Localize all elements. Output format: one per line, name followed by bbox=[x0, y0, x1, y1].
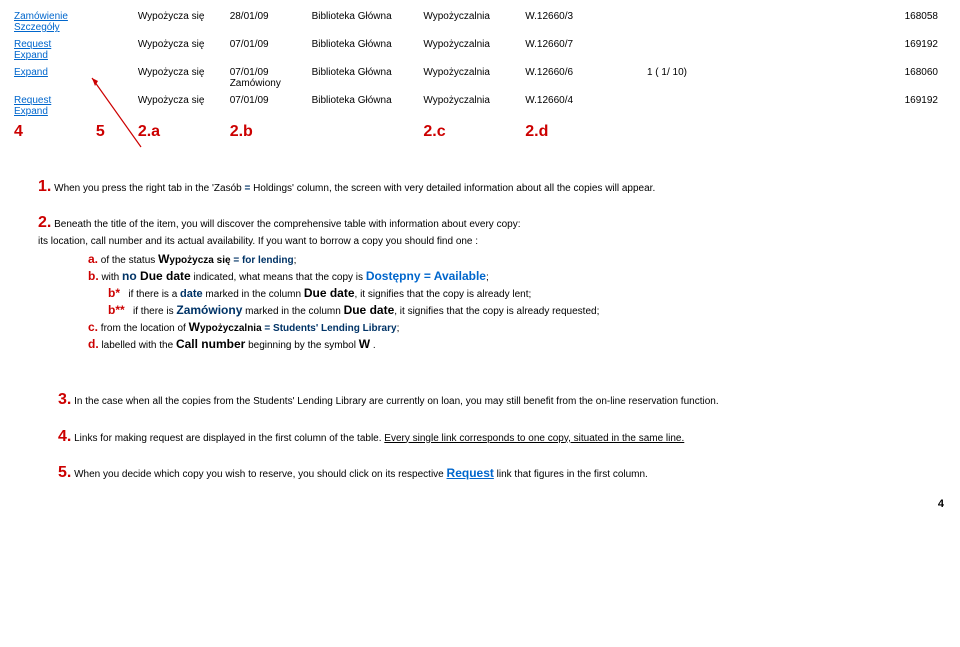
label-2c: 2.c bbox=[417, 120, 519, 144]
id-cell: 169192 bbox=[882, 36, 944, 64]
library-cell: Wypożyczalnia bbox=[417, 36, 519, 64]
expand-link[interactable]: Expand bbox=[14, 106, 48, 117]
order-link[interactable]: Zamówienie bbox=[14, 11, 68, 22]
due-cell: 07/01/09 bbox=[224, 36, 306, 64]
details-link[interactable]: Szczegóły bbox=[14, 22, 60, 33]
call-cell: W.12660/3 bbox=[519, 8, 641, 36]
table-row: Expand Wypożycza się 07/01/09 Zamówiony … bbox=[8, 64, 944, 92]
location-cell: Biblioteka Główna bbox=[306, 64, 418, 92]
id-cell: 168058 bbox=[882, 8, 944, 36]
library-cell: Wypożyczalnia bbox=[417, 8, 519, 36]
call-cell: W.12660/4 bbox=[519, 92, 641, 120]
label-2b: 2.b bbox=[224, 120, 306, 144]
label-5: 5 bbox=[96, 123, 105, 140]
copies-table: Zamówienie Szczegóły Wypożycza się 28/01… bbox=[8, 8, 944, 144]
location-cell: Biblioteka Główna bbox=[306, 92, 418, 120]
location-cell: Biblioteka Główna bbox=[306, 36, 418, 64]
note-2: 2. Beneath the title of the item, you wi… bbox=[38, 212, 944, 353]
column-labels-row: 4 5 2.a 2.b 2.c 2.d bbox=[8, 120, 944, 144]
label-2d: 2.d bbox=[519, 120, 641, 144]
status-cell: Wypożycza się bbox=[132, 8, 224, 36]
expand-link[interactable]: Expand bbox=[14, 50, 48, 61]
location-cell: Biblioteka Główna bbox=[306, 8, 418, 36]
request-ref: Request bbox=[447, 466, 494, 480]
note-5: 5. When you decide which copy you wish t… bbox=[58, 462, 944, 484]
status-cell: Wypożycza się bbox=[132, 36, 224, 64]
label-4: 4 bbox=[8, 120, 90, 144]
note-3: 3. In the case when all the copies from … bbox=[58, 389, 944, 411]
status-cell: Wypożycza się bbox=[132, 92, 224, 120]
note-4: 4. Links for making request are displaye… bbox=[58, 426, 944, 448]
due-cell: 28/01/09 bbox=[224, 8, 306, 36]
table-row: Request Expand Wypożycza się 07/01/09 Bi… bbox=[8, 36, 944, 64]
extra-cell bbox=[641, 92, 882, 120]
table-row: Zamówienie Szczegóły Wypożycza się 28/01… bbox=[8, 8, 944, 36]
label-2a: 2.a bbox=[132, 120, 224, 144]
request-link[interactable]: Request bbox=[14, 95, 51, 106]
page-number: 4 bbox=[8, 498, 944, 510]
id-cell: 168060 bbox=[882, 64, 944, 92]
extra-cell: 1 ( 1/ 10) bbox=[641, 64, 882, 92]
call-cell: W.12660/6 bbox=[519, 64, 641, 92]
call-cell: W.12660/7 bbox=[519, 36, 641, 64]
due-cell: 07/01/09 bbox=[224, 92, 306, 120]
library-cell: Wypożyczalnia bbox=[417, 92, 519, 120]
library-cell: Wypożyczalnia bbox=[417, 64, 519, 92]
due-cell: 07/01/09 Zamówiony bbox=[224, 64, 306, 92]
extra-cell bbox=[641, 36, 882, 64]
expand-link[interactable]: Expand bbox=[14, 67, 48, 78]
request-link[interactable]: Request bbox=[14, 39, 51, 50]
table-row: Request Expand Wypożycza się 07/01/09 Bi… bbox=[8, 92, 944, 120]
id-cell: 169192 bbox=[882, 92, 944, 120]
extra-cell bbox=[641, 8, 882, 36]
status-cell: Wypożycza się bbox=[132, 64, 224, 92]
note-1: 1. When you press the right tab in the '… bbox=[38, 176, 944, 198]
